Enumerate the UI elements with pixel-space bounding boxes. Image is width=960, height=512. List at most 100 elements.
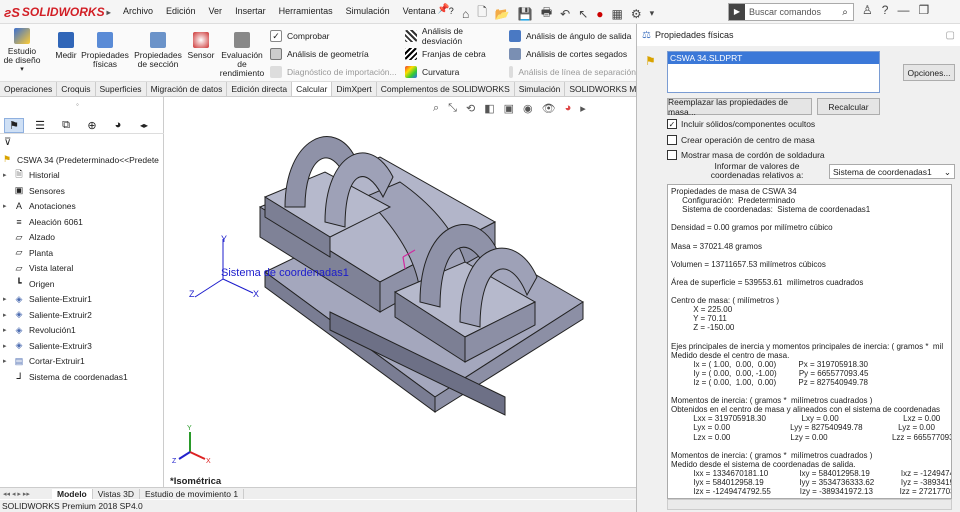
chevron-down-icon[interactable]: ⌄	[944, 167, 951, 177]
home-icon[interactable]: ⌂	[462, 7, 469, 21]
tree-item-saliente-extruir2[interactable]: ▸ ◈ Saliente-Extruir2	[3, 307, 163, 323]
tree-item-cortar-extruir1[interactable]: ▸ ▤ Cortar-Extruir1	[3, 354, 163, 370]
options-button[interactable]: Opciones...	[903, 64, 955, 81]
tree-item-saliente-extruir1[interactable]: ▸ ◈ Saliente-Extruir1	[3, 292, 163, 308]
expand-arrow-icon[interactable]: ▸	[3, 357, 13, 365]
override-mass-button[interactable]: Reemplazar las propiedades de masa...	[667, 97, 812, 117]
checkbox-checked-icon[interactable]: ✓	[667, 119, 677, 129]
report-horizontal-scrollbar[interactable]	[667, 499, 952, 510]
show-weld-mass-checkbox[interactable]: Mostrar masa de cordón de soldadura	[667, 150, 825, 160]
command-search-icon[interactable]: ▶	[729, 4, 745, 20]
feature-tree-tab-icon[interactable]: ⚑	[4, 117, 24, 133]
undo-icon[interactable]: ↶	[560, 7, 570, 21]
tab-simulacion[interactable]: Simulación	[515, 82, 566, 96]
tab-croquis[interactable]: Croquis	[57, 82, 96, 96]
menu-edicion[interactable]: Edición	[165, 4, 197, 18]
tree-item-origen[interactable]: ┗ Origen	[3, 276, 163, 292]
new-document-icon[interactable]: 🗋	[477, 3, 487, 24]
expand-arrow-icon[interactable]: ▸	[3, 171, 13, 179]
rebuild-icon[interactable]: ▦	[612, 7, 623, 21]
tree-item-anotaciones[interactable]: ▸ A Anotaciones	[3, 199, 163, 215]
menu-herramientas[interactable]: Herramientas	[278, 4, 334, 18]
tree-root[interactable]: ⚑ CSWA 34 (Predeterminado<<Predete	[1, 152, 163, 168]
undercut-analysis-button[interactable]: Análisis de cortes segados	[509, 45, 636, 63]
tab-solidworks-m[interactable]: SOLIDWORKS M	[565, 82, 642, 96]
expand-arrow-icon[interactable]: ▸	[3, 342, 13, 350]
tab-migracion[interactable]: Migración de datos	[147, 82, 228, 96]
maximize-icon[interactable]: ▢	[946, 30, 955, 41]
geometry-analysis-button[interactable]: Análisis de geometría	[270, 45, 398, 63]
checkbox-icon[interactable]	[667, 150, 677, 160]
menu-insertar[interactable]: Insertar	[234, 4, 267, 18]
graphics-area[interactable]: ⌕ ⤡ ⟲ ◧ ▣ ◉ 👁 ◕ ▸ Y X Z Y X Z Sistema de…	[165, 97, 635, 487]
options-gear-icon[interactable]: ⚙	[631, 7, 642, 21]
coordinate-system-select[interactable]: Sistema de coordenadas1 ⌄	[829, 164, 955, 179]
menu-ventana[interactable]: Ventana	[402, 4, 437, 18]
restore-icon[interactable]: ❐	[918, 3, 929, 17]
curvature-button[interactable]: Curvatura	[405, 63, 505, 81]
tree-item-saliente-extruir3[interactable]: ▸ ◈ Saliente-Extruir3	[3, 338, 163, 354]
tree-item-historial[interactable]: ▸ 🗎 Historial	[3, 168, 163, 184]
select-arrow-icon[interactable]: ↖	[578, 7, 588, 21]
selected-part[interactable]: CSWA 34.SLDPRT	[668, 52, 879, 64]
tab-edicion-directa[interactable]: Edición directa	[227, 82, 293, 96]
expand-arrow-icon[interactable]: ▸	[3, 326, 13, 334]
traffic-light-icon[interactable]: ●	[596, 7, 603, 21]
tab-operaciones[interactable]: Operaciones	[0, 82, 58, 96]
search-box[interactable]: ▶ Buscar comandos ⌕	[728, 3, 854, 21]
chevron-down-icon[interactable]: ▾	[20, 65, 24, 74]
help-icon[interactable]: ?	[882, 3, 889, 17]
tree-item-sensores[interactable]: ▣ Sensores	[3, 183, 163, 199]
menu-archivo[interactable]: Archivo	[122, 4, 154, 18]
dimxpert-tab-icon[interactable]: ⊕	[82, 118, 102, 133]
search-icon[interactable]: ⌕	[837, 7, 853, 18]
pin-icon[interactable]: 📌	[437, 4, 449, 15]
tab-modelo[interactable]: Modelo	[52, 488, 93, 499]
menu-simulacion[interactable]: Simulación	[345, 4, 391, 18]
configuration-tab-icon[interactable]: ⧉	[56, 118, 76, 133]
measure-button[interactable]: Medir	[52, 32, 80, 60]
section-properties-button[interactable]: Propiedades de sección	[132, 32, 184, 69]
save-icon[interactable]: 💾	[518, 7, 533, 21]
performance-evaluation-button[interactable]: Evaluación de rendimiento	[218, 32, 266, 78]
tab-dimxpert[interactable]: DimXpert	[332, 82, 377, 96]
tab-vistas-3d[interactable]: Vistas 3D	[93, 488, 140, 499]
expand-arrow-icon[interactable]: ▸	[3, 295, 13, 303]
solidworks-logo[interactable]: ƨS SOLIDWORKS ▸	[4, 3, 111, 21]
appearance-tab-icon[interactable]: ◕	[108, 118, 128, 133]
include-hidden-checkbox[interactable]: ✓ Incluir sólidos/componentes ocultos	[667, 119, 815, 129]
filter-icon[interactable]: ⊽	[4, 137, 11, 148]
property-manager-tab-icon[interactable]: ☰	[30, 118, 50, 133]
tab-superficies[interactable]: Superficies	[96, 82, 147, 96]
print-icon[interactable]: 🖶	[541, 3, 552, 24]
panel-grip-icon[interactable]: ◦	[76, 100, 79, 109]
user-icon[interactable]: ♙	[862, 3, 873, 17]
deviation-analysis-button[interactable]: Análisis de desviación	[405, 26, 505, 46]
panel-scroll-icon[interactable]: ◂▸	[134, 118, 154, 133]
parting-line-button[interactable]: Análisis de línea de separación	[509, 63, 636, 81]
expand-arrow-icon[interactable]: ▸	[3, 311, 13, 319]
tree-item-revolucion1[interactable]: ▸ ◈ Revolución1	[3, 323, 163, 339]
checkbox-icon[interactable]	[667, 135, 677, 145]
tree-item-material[interactable]: ≡ Aleación 6061	[3, 214, 163, 230]
zebra-stripes-button[interactable]: Franjas de cebra	[405, 45, 505, 63]
tree-item-planta[interactable]: ▱ Planta	[3, 245, 163, 261]
sensor-button[interactable]: Sensor	[186, 32, 216, 60]
check-button[interactable]: ✓ Comprobar	[270, 27, 398, 45]
tab-complementos[interactable]: Complementos de SOLIDWORKS	[377, 82, 515, 96]
import-diagnostics-button[interactable]: Diagnóstico de importación...	[270, 63, 398, 81]
tab-estudio-movimiento[interactable]: Estudio de movimiento 1	[140, 488, 245, 499]
mass-properties-button[interactable]: Propiedades físicas	[81, 32, 129, 69]
tab-calcular[interactable]: Calcular	[292, 82, 333, 96]
chevron-down-icon[interactable]: ▾	[650, 8, 655, 19]
selection-list[interactable]: CSWA 34.SLDPRT	[667, 51, 880, 93]
part-model[interactable]: Y X Z Y X Z	[165, 97, 635, 487]
create-com-checkbox[interactable]: Crear operación de centro de masa	[667, 135, 815, 145]
recalculate-button[interactable]: Recalcular	[817, 98, 880, 115]
menu-ver[interactable]: Ver	[208, 4, 224, 18]
tree-item-alzado[interactable]: ▱ Alzado	[3, 230, 163, 246]
chevron-right-icon[interactable]: ▸	[107, 8, 111, 17]
tree-item-vista-lateral[interactable]: ▱ Vista lateral	[3, 261, 163, 277]
tree-item-sistema-coordenadas[interactable]: ⅃ Sistema de coordenadas1	[3, 369, 163, 385]
design-study-button[interactable]: Estudio de diseño ▾	[2, 28, 42, 74]
